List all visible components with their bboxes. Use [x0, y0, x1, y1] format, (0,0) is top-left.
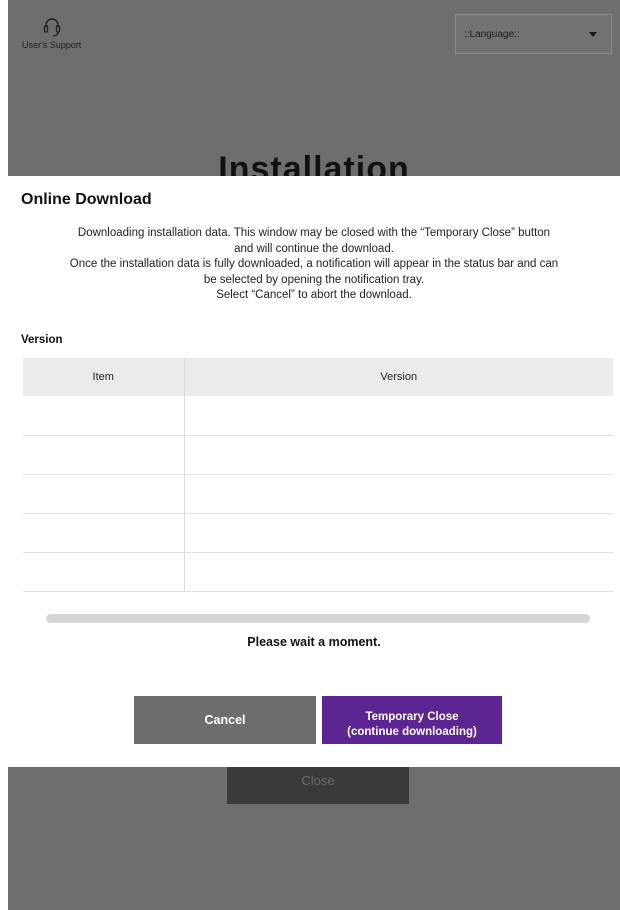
temporary-close-sublabel: (continue downloading)	[347, 725, 477, 738]
language-select-value: ::Language::	[464, 29, 520, 40]
close-button[interactable]: Close	[227, 767, 409, 804]
table-cell-version	[184, 474, 613, 514]
message-line: be selected by opening the notification …	[203, 273, 425, 286]
message-line: Once the installation data is fully down…	[69, 258, 559, 270]
table-cell-item	[23, 552, 185, 592]
table-cell-item	[23, 396, 185, 436]
language-select[interactable]: ::Language::	[455, 14, 612, 54]
message-line: Select “Cancel” to abort the download.	[216, 289, 412, 301]
cancel-button[interactable]: Cancel	[134, 696, 316, 744]
message-line: and will continue the download.	[234, 242, 394, 255]
dialog-message: Downloading installation data. This wind…	[8, 226, 620, 304]
wait-message: Please wait a moment.	[247, 635, 381, 649]
table-cell-version	[184, 396, 613, 436]
dialog-title: Online Download	[21, 191, 152, 208]
column-header-item: Item	[23, 358, 185, 396]
table-cell-item	[23, 474, 185, 514]
column-header-version: Version	[184, 358, 613, 396]
table-cell-version	[184, 552, 613, 592]
table-cell-version	[184, 435, 613, 475]
temporary-close-label: Temporary Close	[365, 710, 459, 723]
support-label: User's Support	[22, 40, 82, 50]
table-cell-version	[184, 513, 613, 553]
message-line: Downloading installation data. This wind…	[77, 227, 551, 239]
users-support-link[interactable]: User's Support	[22, 16, 102, 50]
table-cell-item	[23, 435, 185, 475]
table-row	[23, 435, 613, 475]
temporary-close-button[interactable]: Temporary Close (continue downloading)	[322, 696, 502, 744]
headset-icon	[43, 18, 61, 37]
table-row	[23, 552, 613, 592]
table-row	[23, 396, 613, 436]
table-header-row: Item Version	[23, 358, 613, 396]
table-row	[23, 513, 613, 553]
version-table: Item Version	[23, 358, 613, 592]
download-progress-bar	[46, 614, 590, 623]
online-download-dialog: Online Download Downloading installation…	[8, 176, 620, 767]
version-section-label: Version	[21, 334, 63, 346]
caret-down-icon	[589, 32, 597, 37]
table-row	[23, 474, 613, 514]
table-cell-item	[23, 513, 185, 553]
